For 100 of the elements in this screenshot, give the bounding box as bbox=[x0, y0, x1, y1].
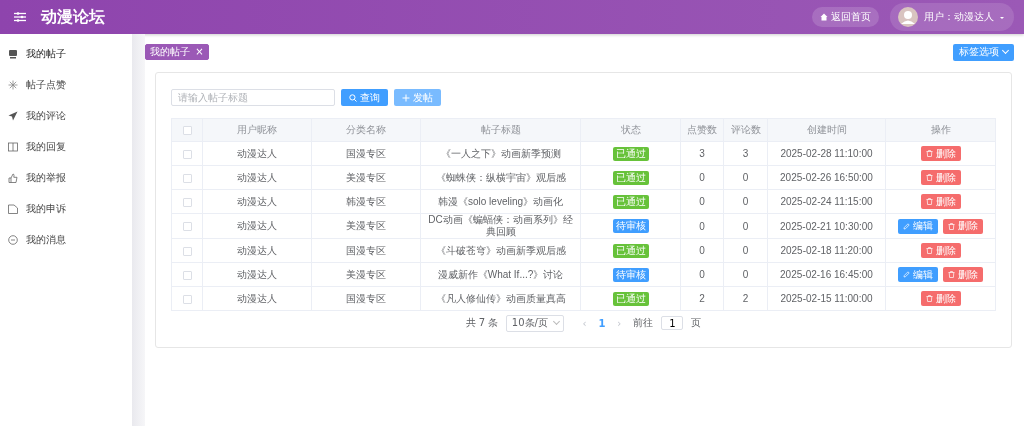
status-tag: 已通过 bbox=[612, 146, 649, 161]
home-button[interactable]: 返回首页 bbox=[812, 7, 879, 27]
tab-options-button[interactable]: 标签选项 bbox=[953, 43, 1014, 61]
sidebar-item[interactable]: 我的申诉 bbox=[0, 193, 132, 224]
delete-button[interactable]: 删除 bbox=[920, 194, 961, 209]
table-cell: 国漫专区 bbox=[311, 238, 421, 263]
table-cell: 3 bbox=[723, 141, 768, 166]
table-cell: 国漫专区 bbox=[311, 286, 421, 311]
sidebar-item[interactable]: 我的举报 bbox=[0, 162, 132, 193]
sidebar-item[interactable]: 我的消息 bbox=[0, 224, 132, 255]
query-button[interactable]: 查询 bbox=[341, 89, 388, 106]
table-cell: 2025-02-26 16:50:00 bbox=[767, 165, 886, 190]
avatar-icon bbox=[898, 7, 918, 27]
row-checkbox[interactable] bbox=[182, 294, 192, 304]
table-cell: 动漫达人 bbox=[202, 189, 312, 214]
sidebar-item[interactable]: 我的回复 bbox=[0, 131, 132, 162]
pencil-icon bbox=[903, 222, 910, 230]
pencil-icon bbox=[903, 271, 910, 278]
previous-page-button[interactable]: ‹ bbox=[578, 317, 591, 329]
delete-button[interactable]: 删除 bbox=[920, 291, 961, 306]
table-cell: 2025-02-24 11:15:00 bbox=[767, 189, 886, 214]
next-page-button[interactable]: › bbox=[613, 317, 626, 329]
delete-button[interactable]: 删除 bbox=[920, 170, 961, 185]
table-cell: 韩漫专区 bbox=[311, 189, 421, 214]
status-tag: 已通过 bbox=[612, 243, 649, 258]
column-header: 操作 bbox=[885, 118, 996, 142]
sidebar-item[interactable]: 帖子点赞 bbox=[0, 69, 132, 100]
edit-button[interactable]: 编辑 bbox=[898, 218, 938, 234]
trash-icon bbox=[925, 247, 933, 254]
table-cell: DC动画《蝙蝠侠：动画系列》经典回顾 bbox=[420, 213, 581, 239]
row-checkbox[interactable] bbox=[182, 246, 192, 256]
table-cell: 0 bbox=[723, 238, 768, 263]
table-cell: 动漫达人 bbox=[202, 238, 312, 263]
sidebar-item[interactable]: 我的评论 bbox=[0, 100, 132, 131]
table-cell: 《凡人修仙传》动画质量真高 bbox=[420, 286, 581, 311]
chat-bubble-icon bbox=[8, 234, 18, 245]
table-cell: 2 bbox=[680, 286, 724, 311]
row-checkbox[interactable] bbox=[182, 149, 192, 159]
sparkle-icon bbox=[8, 79, 18, 90]
thumb-up-icon bbox=[8, 172, 18, 183]
table-cell: 漫威新作《What If...?》讨论 bbox=[420, 262, 581, 287]
status-tag: 待审核 bbox=[612, 219, 649, 233]
new-post-button[interactable]: 发帖 bbox=[394, 89, 441, 106]
status-tag: 已通过 bbox=[612, 170, 649, 185]
trash-icon bbox=[925, 295, 933, 302]
table-cell: 动漫达人 bbox=[202, 141, 312, 166]
table-cell: 0 bbox=[680, 189, 724, 214]
page-number[interactable]: 1 bbox=[598, 317, 606, 329]
goto-label: 前往 bbox=[633, 316, 654, 330]
row-checkbox[interactable] bbox=[182, 222, 192, 232]
trash-icon bbox=[948, 271, 955, 278]
table-cell: 0 bbox=[680, 213, 724, 239]
search-icon bbox=[349, 93, 357, 102]
document-icon bbox=[8, 48, 18, 59]
page-suffix: 页 bbox=[691, 316, 702, 330]
delete-button[interactable]: 删除 bbox=[943, 267, 983, 282]
status-tag: 已通过 bbox=[612, 194, 649, 209]
table-cell: 0 bbox=[680, 238, 724, 263]
column-header: 评论数 bbox=[723, 118, 768, 142]
tab[interactable]: 我的帖子 × bbox=[145, 44, 209, 60]
table-cell: 韩漫《solo leveling》动画化 bbox=[420, 189, 581, 214]
row-checkbox[interactable] bbox=[182, 270, 192, 280]
table-cell: 美漫专区 bbox=[311, 213, 421, 239]
row-checkbox[interactable] bbox=[182, 197, 192, 207]
paper-plane-icon bbox=[8, 110, 18, 121]
table-cell: 2025-02-16 16:45:00 bbox=[767, 262, 886, 287]
sidebar-item[interactable]: 我的帖子 bbox=[0, 38, 132, 69]
select-all-checkbox[interactable] bbox=[182, 126, 192, 136]
table-cell: 2025-02-21 10:30:00 bbox=[767, 213, 886, 239]
row-checkbox[interactable] bbox=[182, 173, 192, 183]
table-cell: 动漫达人 bbox=[202, 286, 312, 311]
page-size-select[interactable]: 10条/页 bbox=[506, 314, 565, 332]
user-menu[interactable]: 用户：动漫达人 bbox=[890, 3, 1014, 31]
table-cell: 2025-02-18 11:20:00 bbox=[767, 238, 886, 263]
folder-icon bbox=[8, 203, 18, 214]
column-header: 创建时间 bbox=[767, 118, 886, 142]
status-tag: 待审核 bbox=[612, 267, 649, 282]
book-icon bbox=[8, 141, 18, 152]
delete-button[interactable]: 删除 bbox=[920, 146, 961, 161]
column-header: 状态 bbox=[580, 118, 681, 142]
column-header: 帖子标题 bbox=[420, 118, 581, 142]
app-title: 动漫论坛 bbox=[41, 6, 105, 28]
table-cell: 0 bbox=[680, 165, 724, 190]
table-cell: 2 bbox=[723, 286, 768, 311]
table-cell: 美漫专区 bbox=[311, 165, 421, 190]
goto-page-field[interactable]: 1 bbox=[661, 316, 684, 330]
delete-button[interactable]: 删除 bbox=[943, 218, 983, 234]
table-cell: 0 bbox=[723, 189, 768, 214]
trash-icon bbox=[948, 222, 955, 230]
menu-icon[interactable] bbox=[14, 12, 26, 22]
search-field[interactable]: 请输入帖子标题 bbox=[171, 89, 335, 106]
table-cell: 0 bbox=[723, 262, 768, 287]
edit-button[interactable]: 编辑 bbox=[898, 267, 938, 282]
table-cell: 动漫达人 bbox=[202, 213, 312, 239]
status-tag: 已通过 bbox=[612, 291, 649, 306]
table-cell: 2025-02-28 11:10:00 bbox=[767, 141, 886, 166]
delete-button[interactable]: 删除 bbox=[920, 243, 961, 258]
table-cell: 《斗破苍穹》动画新季观后感 bbox=[420, 238, 581, 263]
table-cell: 《一人之下》动画新季预测 bbox=[420, 141, 581, 166]
column-header: 点赞数 bbox=[680, 118, 724, 142]
